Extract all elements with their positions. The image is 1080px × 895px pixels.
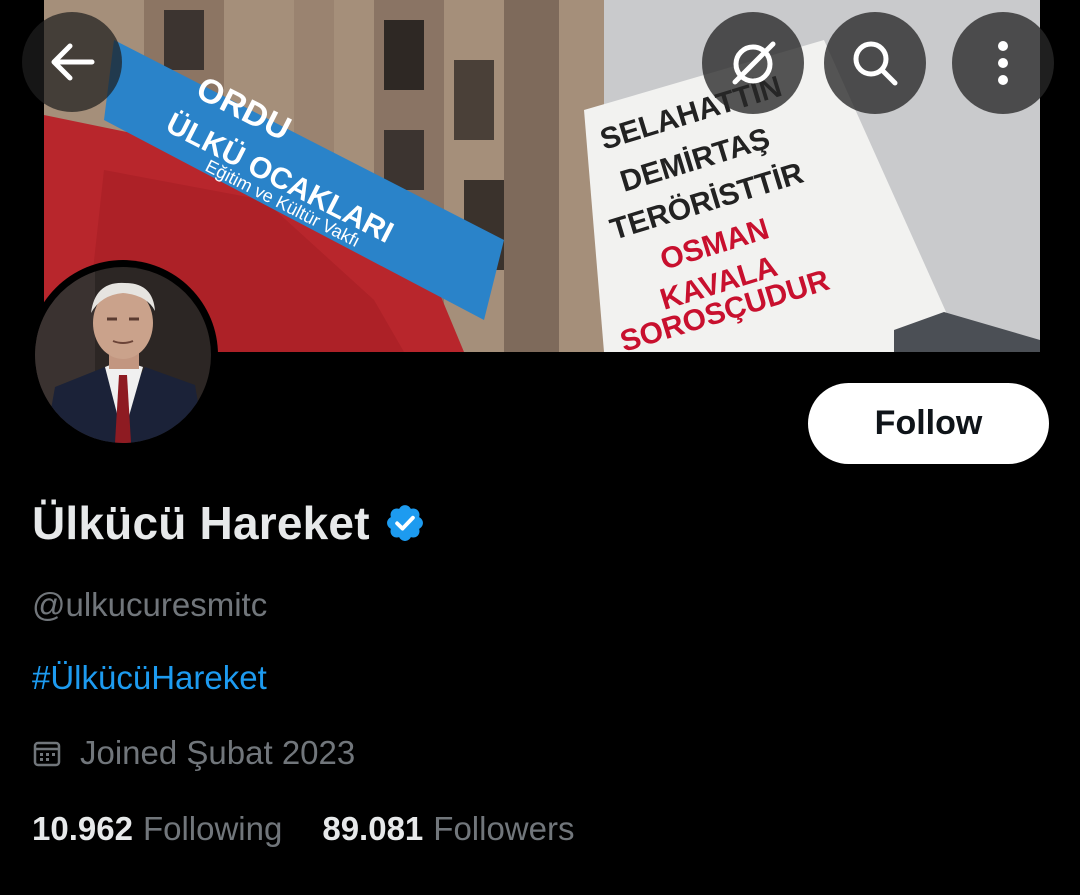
- search-icon: [853, 41, 898, 86]
- avatar-image: [35, 267, 211, 443]
- following-link[interactable]: 10.962 Following: [32, 810, 282, 848]
- following-count: 10.962: [32, 810, 133, 847]
- followers-link[interactable]: 89.081 Followers: [322, 810, 574, 848]
- grok-slash-circle-icon: [732, 41, 776, 85]
- avatar[interactable]: [28, 260, 218, 450]
- following-label: Following: [142, 810, 283, 847]
- more-options-button[interactable]: [952, 12, 1054, 114]
- followers-count: 89.081: [322, 810, 424, 847]
- joined-date-text: Joined Şubat 2023: [80, 734, 356, 771]
- more-vertical-icon: [998, 41, 1008, 85]
- name-row: Ülkücü Hareket: [32, 496, 426, 550]
- follow-button[interactable]: Follow: [808, 383, 1049, 464]
- search-button[interactable]: [824, 12, 926, 114]
- followers-label: Followers: [433, 810, 575, 847]
- joined-date-row: Joined Şubat 2023: [32, 734, 355, 772]
- grok-button[interactable]: [702, 12, 804, 114]
- arrow-left-icon: [51, 43, 95, 81]
- verified-badge-icon[interactable]: [384, 502, 426, 544]
- user-handle: @ulkucuresmitc: [32, 586, 268, 623]
- display-name: Ülkücü Hareket: [32, 497, 370, 549]
- back-button[interactable]: [22, 12, 122, 112]
- follow-stats: 10.962 Following 89.081 Followers: [32, 810, 574, 848]
- bio-hashtag-link[interactable]: #ÜlkücüHareket: [32, 659, 267, 697]
- calendar-icon: [33, 741, 61, 767]
